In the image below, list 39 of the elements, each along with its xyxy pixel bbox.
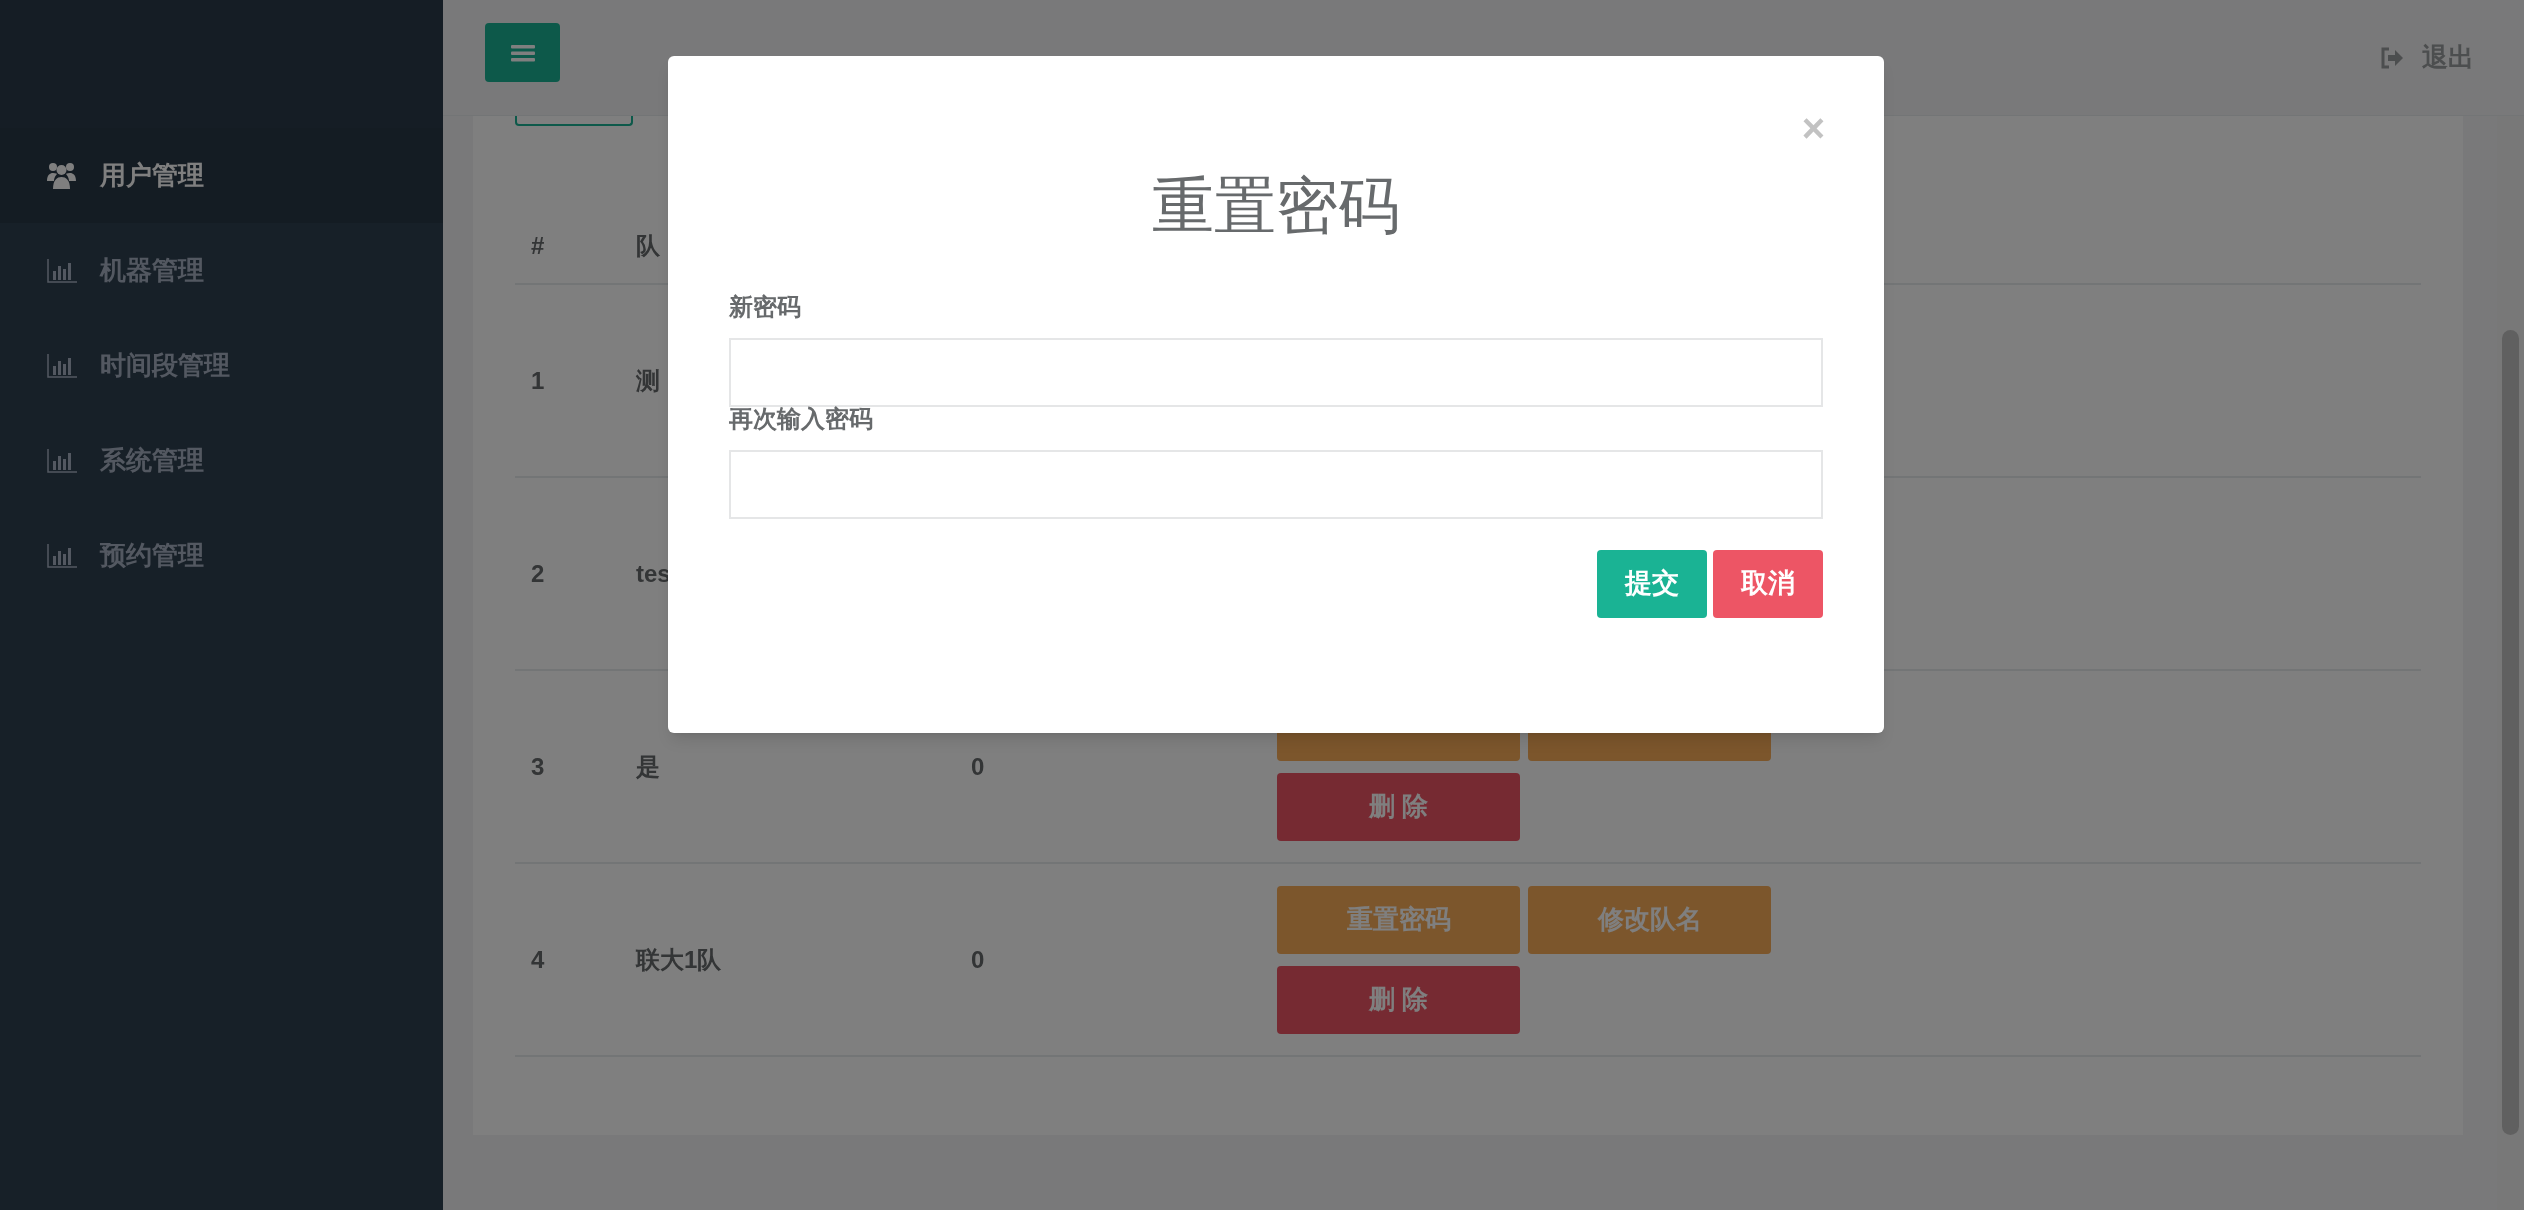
table-cell: 是	[636, 752, 660, 780]
action-button[interactable]: 修改队名	[1528, 885, 1771, 954]
close-button[interactable]: ×	[1801, 108, 1825, 148]
menu-button[interactable]	[485, 23, 560, 82]
delete-button[interactable]: 删 除	[1277, 772, 1520, 841]
sidebar-item[interactable]: 预约管理	[0, 508, 443, 603]
field-label: 新密码	[729, 292, 801, 320]
cancel-button[interactable]: 取消	[1713, 549, 1823, 618]
column-header: #	[531, 232, 545, 259]
table-cell: 0	[971, 945, 985, 973]
sidebar-item[interactable]: 用户管理	[0, 128, 443, 223]
partial-button[interactable]	[515, 116, 633, 126]
scrollbar-thumb[interactable]	[2502, 330, 2519, 1135]
sign-out-icon	[2380, 46, 2404, 69]
bar-chart-icon	[47, 353, 77, 378]
dialog-title: 重置密码	[1152, 170, 1400, 242]
table-cell: 1	[531, 366, 545, 394]
submit-button[interactable]: 提交	[1597, 549, 1707, 618]
table-cell: 联大1队	[636, 945, 722, 973]
password-field[interactable]	[729, 337, 1823, 407]
action-button[interactable]: 重置密码	[1277, 885, 1520, 954]
users-icon	[47, 162, 76, 189]
sidebar-item[interactable]: 系统管理	[0, 413, 443, 508]
table-cell: 0	[971, 752, 985, 780]
table-cell: 4	[531, 945, 545, 973]
table-cell: 3	[531, 752, 545, 780]
table-cell: 测	[636, 366, 660, 394]
bar-chart-icon	[47, 448, 77, 473]
table-cell: 2	[531, 559, 545, 587]
table-cell: tes	[636, 559, 671, 587]
sidebar-item[interactable]: 机器管理	[0, 223, 443, 318]
bar-chart-icon	[47, 543, 77, 568]
column-header: 队	[636, 232, 660, 259]
field-label: 再次输入密码	[729, 404, 873, 432]
sidebar-item[interactable]: 时间段管理	[0, 318, 443, 413]
password-field[interactable]	[729, 449, 1823, 519]
delete-button[interactable]: 删 除	[1277, 965, 1520, 1034]
bar-chart-icon	[47, 258, 77, 283]
menu-icon	[510, 42, 535, 63]
